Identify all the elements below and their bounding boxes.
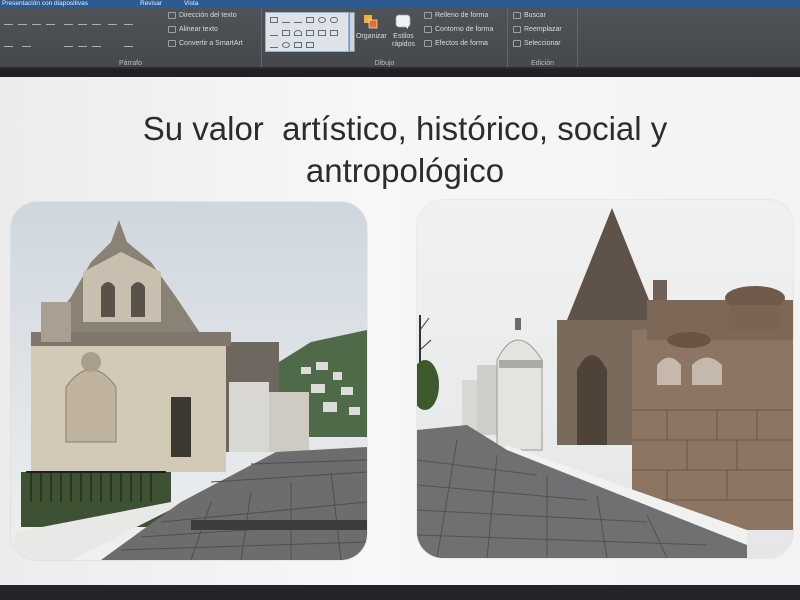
tab-view[interactable]: Vista [184, 0, 198, 8]
shape-outline-label: Contorno de forma [435, 26, 494, 33]
font-color-button[interactable] [22, 40, 31, 47]
smartart-icon [168, 40, 176, 47]
convert-smartart-label: Convertir a SmartArt [179, 40, 243, 47]
align-text-button[interactable]: Alinear texto [168, 26, 218, 33]
cemetery-mausoleum-image [11, 202, 367, 560]
replace-icon [513, 26, 521, 33]
shape-star-icon[interactable] [318, 30, 326, 36]
window-title: Presentación con diapositivas [2, 0, 88, 7]
window-title-strip: Presentación con diapositivas Revisar Vi… [0, 0, 800, 8]
slide-canvas[interactable]: Su valor artístico, histórico, social y … [0, 77, 800, 585]
replace-label: Reemplazar [524, 26, 562, 33]
cursor-select-icon [513, 40, 521, 47]
shape-wave-icon[interactable] [282, 42, 290, 48]
shape-freeform-icon[interactable] [270, 42, 278, 48]
quick-styles-button[interactable]: Estilos rápidos [392, 14, 415, 49]
gallery-scrollbar[interactable] [349, 12, 355, 52]
align-left-button[interactable] [64, 18, 73, 25]
status-band [0, 585, 800, 600]
shape-effects-button[interactable]: Efectos de forma [424, 40, 488, 47]
cemetery-photo-left[interactable] [11, 202, 367, 560]
shape-oval-icon[interactable] [318, 17, 326, 23]
cemetery-gothic-tombs-image [417, 200, 793, 558]
drawing-group-label: Dibujo [374, 60, 395, 67]
distribute-button[interactable] [78, 40, 87, 47]
text-direction-icon [168, 12, 176, 19]
arrange-icon [364, 15, 378, 29]
outdent-button[interactable] [46, 18, 55, 25]
slide-title[interactable]: Su valor artístico, histórico, social y … [60, 108, 750, 192]
line-spacing-button[interactable] [108, 18, 117, 25]
effects-icon [424, 40, 432, 47]
shape-effects-label: Efectos de forma [435, 40, 488, 47]
shape-callout-icon[interactable] [330, 30, 338, 36]
align-right-button[interactable] [92, 18, 101, 25]
numbering-button[interactable] [18, 18, 27, 25]
select-label: Seleccionar [524, 40, 561, 47]
binoculars-icon [513, 12, 521, 19]
shape-triangle-icon[interactable] [270, 30, 278, 36]
ribbon: Dirección del texto Alinear texto Conver… [0, 8, 800, 68]
columns-button[interactable] [124, 18, 133, 25]
text-direction-label: Dirección del texto [179, 12, 237, 19]
justify-button[interactable] [64, 40, 73, 47]
shape-curve-icon[interactable] [294, 30, 302, 36]
tab-review[interactable]: Revisar [140, 0, 162, 8]
align-center-button[interactable] [78, 18, 87, 25]
shape-fill-button[interactable]: Relleno de forma [424, 12, 488, 19]
arrange-button[interactable]: Organizar [356, 14, 387, 41]
align-text-icon [168, 26, 176, 33]
arrange-label: Organizar [356, 33, 387, 40]
shapes-gallery[interactable] [265, 12, 349, 52]
shape-arrow-icon[interactable] [294, 17, 302, 23]
quick-styles-label-2: rápidos [392, 41, 415, 48]
shape-rectangle-icon[interactable] [306, 17, 314, 23]
font-size-button[interactable] [4, 40, 13, 47]
shape-chevron-icon[interactable] [306, 42, 314, 48]
paragraph-group: Dirección del texto Alinear texto Conver… [0, 8, 262, 67]
shape-fill-label: Relleno de forma [435, 12, 489, 19]
convert-smartart-button[interactable]: Convertir a SmartArt [168, 40, 243, 47]
shape-line-icon[interactable] [282, 17, 290, 23]
paint-bucket-icon [424, 12, 432, 19]
spacing-button[interactable] [92, 40, 101, 47]
cemetery-photo-right[interactable] [417, 200, 793, 558]
quick-styles-label-1: Estilos [393, 33, 414, 40]
indent-button[interactable] [32, 18, 41, 25]
pen-outline-icon [424, 26, 432, 33]
shape-elbow-icon[interactable] [282, 30, 290, 36]
paragraph-group-label: Párrafo [119, 60, 142, 67]
shape-textbox-icon[interactable] [270, 17, 278, 23]
find-label: Buscar [524, 12, 546, 19]
find-button[interactable]: Buscar [513, 12, 546, 19]
bullets-button[interactable] [4, 18, 13, 25]
shape-bracket-icon[interactable] [294, 42, 302, 48]
text-direction-button[interactable]: Dirección del texto [168, 12, 237, 19]
shape-outline-button[interactable]: Contorno de forma [424, 26, 493, 33]
replace-button[interactable]: Reemplazar [513, 26, 562, 33]
shape-brace-icon[interactable] [306, 30, 314, 36]
editing-group-label: Edición [531, 60, 554, 67]
text-columns-button[interactable] [124, 40, 133, 47]
select-button[interactable]: Seleccionar [513, 40, 561, 47]
quick-styles-icon [396, 14, 411, 29]
ruler-band [0, 69, 800, 77]
align-text-label: Alinear texto [179, 26, 218, 33]
shape-rounded-rect-icon[interactable] [330, 17, 338, 23]
